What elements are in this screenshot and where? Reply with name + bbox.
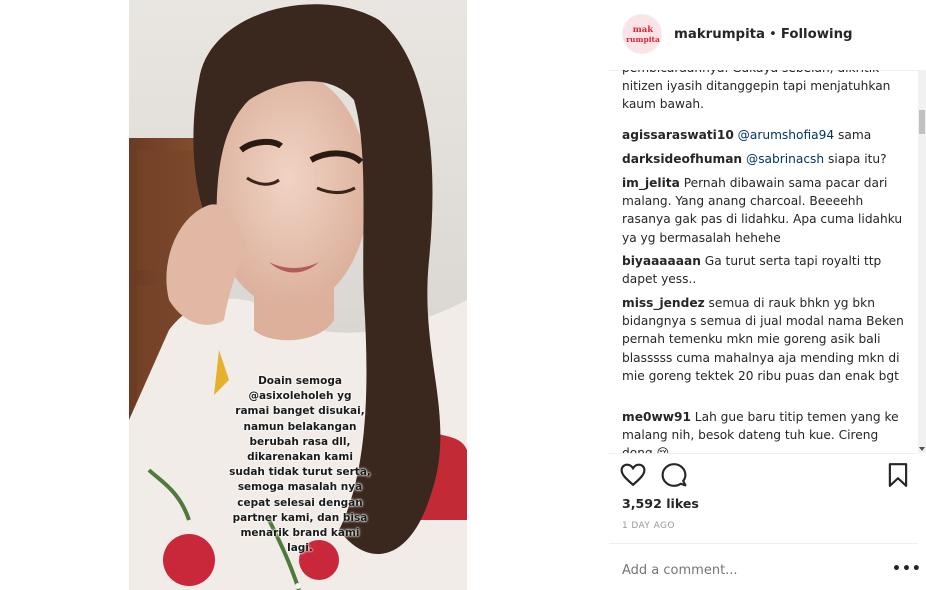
caption-line: dikarenakan kami [247, 451, 353, 464]
likes-count[interactable]: 3,592 likes [622, 496, 699, 511]
caption-line: berubah rasa dll, [249, 435, 351, 448]
carousel-indicator [129, 574, 467, 590]
post-timestamp[interactable]: 1 DAY AGO [622, 521, 675, 531]
more-options-icon[interactable]: ••• [892, 561, 922, 577]
action-bar [609, 453, 918, 497]
comment-icon[interactable] [661, 462, 687, 488]
comment-item: agissaraswati10 @arumshofia94 sama [622, 126, 909, 144]
comment-item: darksideofhuman @sabrinacsh siapa itu? [622, 150, 909, 168]
caption-line: @asixoleholeh yg [248, 390, 352, 403]
comment-text: pembicaraannya. Gakaya sebelah, dikritik… [622, 70, 891, 112]
comment-item: im_jelita Pernah dibawain sama pacar dar… [622, 174, 909, 247]
comment-username[interactable]: me0ww91 [622, 410, 691, 424]
comment-username[interactable]: im_jelita [622, 176, 680, 190]
bookmark-icon[interactable] [885, 462, 911, 488]
scroll-down-arrow-icon[interactable] [919, 447, 925, 451]
scrollbar-thumb[interactable] [919, 110, 925, 134]
avatar-logo-top: mak [632, 25, 654, 35]
caption-line: menarik brand kami [240, 527, 360, 540]
caption-line: ramai banget disukai, [235, 405, 365, 418]
caption-line: sudah tidak turut serta, [229, 466, 371, 479]
caption-line: namun belakangan [243, 420, 357, 433]
comments-list[interactable]: pembicaraannya. Gakaya sebelah, dikritik… [609, 70, 918, 453]
caption-line: lagi. [287, 542, 313, 555]
header-username-line: makrumpita • Following [674, 27, 853, 42]
comment-text: sama [834, 128, 872, 142]
footer-divider [609, 543, 918, 544]
comment-item: biyaaaaaan Ga turut serta tapi royalti t… [622, 252, 909, 288]
avatar[interactable]: mak rumpita [622, 14, 662, 54]
caption-line: semoga masalah nya [237, 481, 363, 494]
post-header: mak rumpita makrumpita • Following [609, 0, 926, 70]
carousel-dot-active [295, 583, 301, 589]
post-media[interactable]: Doain semoga @asixoleholeh yg ramai bang… [129, 0, 467, 590]
separator-dot: • [768, 27, 777, 42]
comments-scrollbar[interactable] [918, 70, 926, 453]
comment-item: pembicaraannya. Gakaya sebelah, dikritik… [622, 70, 909, 114]
caption-line: cepat selesai dengan [237, 496, 363, 509]
avatar-logo-bottom: rumpita [626, 35, 660, 44]
following-button[interactable]: Following [781, 27, 853, 42]
comment-username[interactable]: miss_jendez [622, 296, 705, 310]
caption-line: Doain semoga [258, 375, 342, 387]
comment-username[interactable]: agissaraswati10 [622, 128, 734, 142]
username-link[interactable]: makrumpita [674, 27, 765, 42]
comment-mention[interactable]: @sabrinacsh [746, 152, 824, 166]
comment-username[interactable]: darksideofhuman [622, 152, 742, 166]
comment-mention[interactable]: @arumshofia94 [738, 128, 834, 142]
comment-item: me0ww91 Lah gue baru titip temen yang ke… [622, 408, 909, 453]
caption-line: partner kami, dan bisa [232, 511, 368, 524]
heart-icon[interactable] [620, 462, 646, 488]
comment-username[interactable]: biyaaaaaan [622, 254, 701, 268]
story-caption: Doain semoga @asixoleholeh yg ramai bang… [151, 374, 449, 556]
comment-text: siapa itu? [824, 152, 887, 166]
add-comment-input[interactable] [622, 561, 872, 579]
comment-item: miss_jendez semua di rauk bhkn yg bkn bi… [622, 294, 909, 385]
instagram-post-view: Doain semoga @asixoleholeh yg ramai bang… [0, 0, 926, 590]
